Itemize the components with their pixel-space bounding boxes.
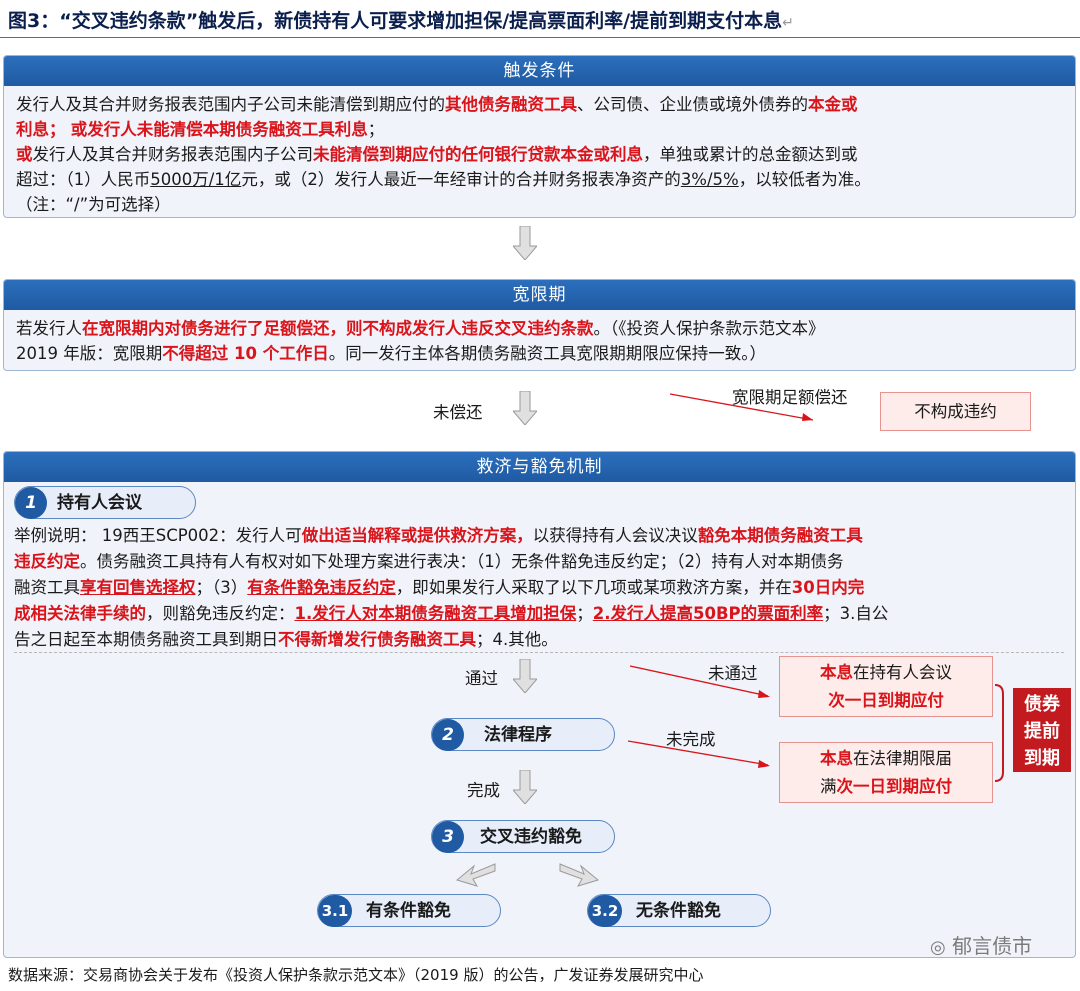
step-number: 1 xyxy=(15,487,47,519)
remedy-header: 救济与豁免机制 xyxy=(4,452,1075,482)
remedy-line-4: 成相关法律手续的，则豁免违反约定：1.发行人对本期债务融资工具增加担保；2.发行… xyxy=(14,604,889,623)
trigger-header: 触发条件 xyxy=(4,56,1075,86)
step-number: 3.1 xyxy=(318,895,352,927)
down-arrow-icon xyxy=(513,391,537,425)
trigger-line-1: 发行人及其合并财务报表范围内子公司未能清偿到期应付的其他债务融资工具、公司债、企… xyxy=(16,95,858,114)
step-label: 交叉违约豁免 xyxy=(480,827,582,847)
figure-title: 图3：“交叉违约条款”触发后，新债持有人可要求增加担保/提高票面利率/提前到期支… xyxy=(8,10,794,32)
step-1-holders-meeting: 1 持有人会议 xyxy=(14,486,196,519)
no-default-box: 不构成违约 xyxy=(880,392,1031,431)
remedy-line-2: 违反约定。债务融资工具持有人有权对如下处理方案进行表决：（1）无条件豁免违反约定… xyxy=(14,552,844,571)
dashed-divider xyxy=(14,652,1064,653)
step-label: 有条件豁免 xyxy=(366,901,451,921)
bracket-icon xyxy=(994,684,1004,782)
step-number: 2 xyxy=(432,719,464,751)
trigger-note: （注：“/”为可选择） xyxy=(16,195,171,214)
down-arrow-icon xyxy=(513,659,537,693)
pass-label: 通过 xyxy=(465,669,498,688)
grace-line-1: 若发行人在宽限期内对债务进行了足额偿还，则不构成发行人违反交叉违约条款。（《投资… xyxy=(16,319,825,338)
complete-label: 完成 xyxy=(467,781,500,800)
step-3-cross-default-waiver: 3 交叉违约豁免 xyxy=(431,820,615,853)
step-label: 持有人会议 xyxy=(57,493,142,513)
grace-line-2: 2019 年版：宽限期不得超过 10 个工作日。同一发行主体各期债务融资工具宽限… xyxy=(16,344,766,363)
trigger-line-4: 超过：（1）人民币5000万/1亿元，或（2）发行人最近一年经审计的合并财务报表… xyxy=(16,170,871,189)
grace-body: 若发行人在宽限期内对债务进行了足额偿还，则不构成发行人违反交叉违约条款。（《投资… xyxy=(4,310,1075,366)
arrow-connector-icon xyxy=(627,740,770,768)
remedy-line-5: 告之日起至本期债务融资工具到期日不得新增发行债务融资工具；4.其他。 xyxy=(14,630,558,649)
step-2-legal-procedure: 2 法律程序 xyxy=(431,718,615,751)
grace-panel: 宽限期 若发行人在宽限期内对债务进行了足额偿还，则不构成发行人违反交叉违约条款。… xyxy=(3,279,1076,371)
step-3-1-conditional-waiver: 3.1 有条件豁免 xyxy=(317,894,501,927)
step-3-2-unconditional-waiver: 3.2 无条件豁免 xyxy=(587,894,771,927)
arrow-connector-icon xyxy=(629,665,770,698)
down-arrow-icon xyxy=(513,226,537,260)
remedy-line-3: 融资工具享有回售选择权；（3）有条件豁免违反约定，即如果发行人采取了以下几项或某… xyxy=(14,578,865,597)
unpaid-label: 未偿还 xyxy=(433,403,483,422)
trigger-body: 发行人及其合并财务报表范围内子公司未能清偿到期应付的其他债务融资工具、公司债、企… xyxy=(4,86,1075,217)
remedy-paragraph: 举例说明： 19西王SCP002：发行人可做出适当解释或提供救济方案，以获得持有… xyxy=(14,523,1070,653)
wechat-icon: ◎ xyxy=(930,937,946,958)
trigger-panel: 触发条件 发行人及其合并财务报表范围内子公司未能清偿到期应付的其他债务融资工具、… xyxy=(3,55,1076,218)
step-label: 无条件豁免 xyxy=(636,901,721,921)
trigger-line-2: 利息； 或发行人未能清偿本期债务融资工具利息； xyxy=(16,120,385,139)
step-number: 3 xyxy=(432,821,464,853)
legal-next-day-box: 本息在法律期限届 满次一日到期应付 xyxy=(779,742,993,803)
grace-header: 宽限期 xyxy=(4,280,1075,310)
step-number: 3.2 xyxy=(588,895,622,927)
down-left-arrow-icon xyxy=(455,863,496,887)
early-maturity-box: 债券 提前 到期 xyxy=(1013,688,1071,772)
source-note: 数据来源：交易商协会关于发布《投资人保护条款示范文本》（2019 版）的公告，广… xyxy=(8,966,704,984)
step-label: 法律程序 xyxy=(484,725,552,745)
trigger-line-3: 或发行人及其合并财务报表范围内子公司未能清偿到期应付的任何银行贷款本金或利息，单… xyxy=(16,145,858,164)
remedy-line-1: 举例说明： 19西王SCP002：发行人可做出适当解释或提供救济方案，以获得持有… xyxy=(14,526,863,545)
arrow-connector-icon xyxy=(669,393,814,421)
down-right-arrow-icon xyxy=(559,863,600,887)
down-arrow-icon xyxy=(513,770,537,804)
title-divider xyxy=(0,37,1080,38)
meeting-next-day-box: 本息在持有人会议 次一日到期应付 xyxy=(779,656,993,717)
watermark: ◎ 郁言债市 xyxy=(930,934,1033,958)
